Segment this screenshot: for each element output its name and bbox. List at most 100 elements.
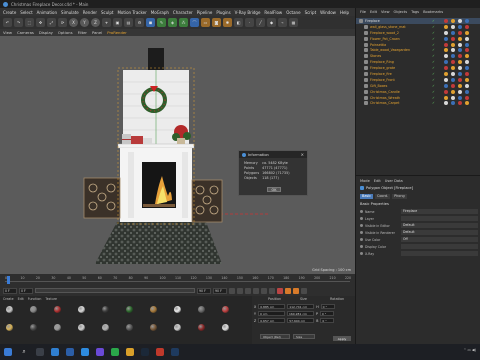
enabled-check-icon[interactable]: ✓ [432, 25, 435, 29]
object-row[interactable]: Christmas_Carpet ✓ [356, 100, 480, 106]
playhead[interactable] [7, 276, 10, 284]
redo-icon[interactable]: ↷ [14, 18, 23, 27]
material-tag-icon[interactable] [451, 77, 455, 82]
viewport-menu-prorender[interactable]: ProRender [107, 30, 127, 35]
menu-script[interactable]: Script [305, 10, 317, 15]
menu-motion-tracker[interactable]: Motion Tracker [117, 10, 146, 15]
gift-box-red[interactable] [131, 136, 143, 144]
attribute-value[interactable] [401, 244, 478, 249]
animate-dot-icon[interactable] [360, 217, 363, 220]
enabled-check-icon[interactable]: ✓ [432, 31, 435, 35]
preview-range-slider[interactable] [35, 288, 195, 293]
viewport-menu-cameras[interactable]: Cameras [17, 30, 34, 35]
menu-plugins[interactable]: Plugins [216, 10, 230, 15]
material-swatch[interactable] [126, 324, 133, 331]
material-swatch[interactable] [198, 306, 205, 313]
subdivision-icon[interactable]: ◈ [168, 18, 177, 27]
start-frame-field[interactable]: 0 F [19, 287, 33, 294]
bend-deformer-icon[interactable]: ⌒ [190, 18, 199, 27]
play-icon[interactable] [253, 287, 259, 294]
material-tag-icon[interactable] [458, 101, 462, 106]
material-tag-icon[interactable] [451, 42, 455, 47]
material-tag-icon[interactable] [451, 71, 455, 76]
ok-button[interactable]: OK [267, 187, 281, 192]
task-view-icon[interactable] [36, 348, 44, 356]
material-tag-icon[interactable] [451, 66, 455, 71]
material-swatch[interactable] [126, 306, 133, 313]
object-name[interactable]: Christmas_Candle [370, 90, 400, 94]
system-tray[interactable]: ⌃ ▭ ◀) [463, 348, 476, 352]
object-name[interactable]: Poinsettia [370, 43, 386, 47]
animate-dot-icon[interactable] [360, 224, 363, 227]
material-tag-icon[interactable] [451, 24, 455, 29]
material-swatch[interactable] [6, 324, 13, 331]
object-name[interactable]: wall_glass_stone_mat [370, 25, 406, 29]
fire-screen-right[interactable] [191, 179, 223, 223]
viewport-menu-options[interactable]: Options [58, 30, 73, 35]
object-name[interactable]: Flower_Pot_Crown [370, 37, 400, 41]
material-tag-icon[interactable] [465, 54, 469, 59]
material-tag-icon[interactable] [444, 95, 448, 100]
material-swatch[interactable] [30, 324, 37, 331]
material-tag-icon[interactable] [465, 48, 469, 53]
object-name[interactable]: Fireplace_Ring [370, 60, 394, 64]
autokey-icon[interactable] [285, 287, 291, 294]
material-tag-icon[interactable] [444, 30, 448, 35]
object-name[interactable]: Fireplace_wood_2 [370, 31, 399, 35]
attr-menu-mode[interactable]: Mode [360, 179, 370, 183]
material-tag-icon[interactable] [458, 42, 462, 47]
object-name[interactable]: Christmas_Carpet [370, 101, 399, 105]
light-icon[interactable]: ✺ [223, 18, 232, 27]
animate-dot-icon[interactable] [360, 231, 363, 234]
object-name[interactable]: Fireplace [365, 19, 380, 23]
go-to-start-icon[interactable] [229, 287, 235, 294]
enabled-check-icon[interactable]: ✓ [432, 19, 435, 23]
material-tag-icon[interactable] [444, 71, 448, 76]
material-tag-icon[interactable] [444, 77, 448, 82]
material-swatch[interactable] [102, 324, 109, 331]
om-menu-objects[interactable]: Objects [394, 10, 408, 14]
material-tag-icon[interactable] [465, 83, 469, 88]
menu-window[interactable]: Window [320, 10, 336, 15]
enabled-check-icon[interactable]: ✓ [432, 66, 435, 70]
material-swatch[interactable] [6, 306, 13, 313]
material-tag-icon[interactable] [444, 36, 448, 41]
viewport-menu-view[interactable]: View [3, 30, 12, 35]
material-tag-icon[interactable] [458, 48, 462, 53]
edge-icon[interactable] [51, 348, 59, 356]
object-name[interactable]: Fireplace_fire [370, 72, 392, 76]
material-swatch[interactable] [54, 306, 61, 313]
material-tag-icon[interactable] [451, 101, 455, 106]
x-axis-lock-icon[interactable]: X [69, 18, 78, 27]
information-dialog[interactable]: Information × Memory ca. 5482 KByte Point… [238, 150, 308, 196]
animate-dot-icon[interactable] [360, 252, 363, 255]
material-tag-icon[interactable] [458, 60, 462, 65]
attribute-value[interactable]: Default [401, 230, 478, 235]
rotate-icon[interactable]: ⟳ [58, 18, 67, 27]
material-tag-icon[interactable] [465, 89, 469, 94]
position-x-field[interactable]: 0.885 cm [258, 304, 286, 309]
material-swatch[interactable] [78, 306, 85, 313]
polygons-mode-icon[interactable]: ◆ [267, 18, 276, 27]
tab-phong[interactable]: Phong [392, 194, 407, 199]
attribute-value[interactable] [401, 251, 478, 256]
tab-coord[interactable]: Coord. [374, 194, 391, 199]
menu-vray[interactable]: V-Ray Bridge [235, 10, 261, 15]
apply-button[interactable]: Apply [333, 336, 351, 341]
material-tag-icon[interactable] [451, 89, 455, 94]
mantel[interactable] [117, 143, 195, 149]
whatsapp-icon[interactable] [111, 348, 119, 356]
vscode-icon[interactable] [81, 348, 89, 356]
enabled-check-icon[interactable]: ✓ [432, 54, 435, 58]
array-icon[interactable]: ⁂ [179, 18, 188, 27]
next-key-icon[interactable] [261, 287, 267, 294]
material-menu-create[interactable]: Create [3, 297, 14, 301]
material-tag-icon[interactable] [451, 18, 455, 23]
enabled-check-icon[interactable]: ✓ [432, 48, 435, 52]
coordinate-mode-select[interactable]: Object (Rel) [260, 334, 290, 339]
position-y-field[interactable]: 0 cm [257, 311, 285, 316]
om-menu-edit[interactable]: Edit [370, 10, 377, 14]
attr-menu-user-data[interactable]: User Data [385, 179, 403, 183]
material-tag-icon[interactable] [465, 95, 469, 100]
menu-character[interactable]: Character [173, 10, 193, 15]
